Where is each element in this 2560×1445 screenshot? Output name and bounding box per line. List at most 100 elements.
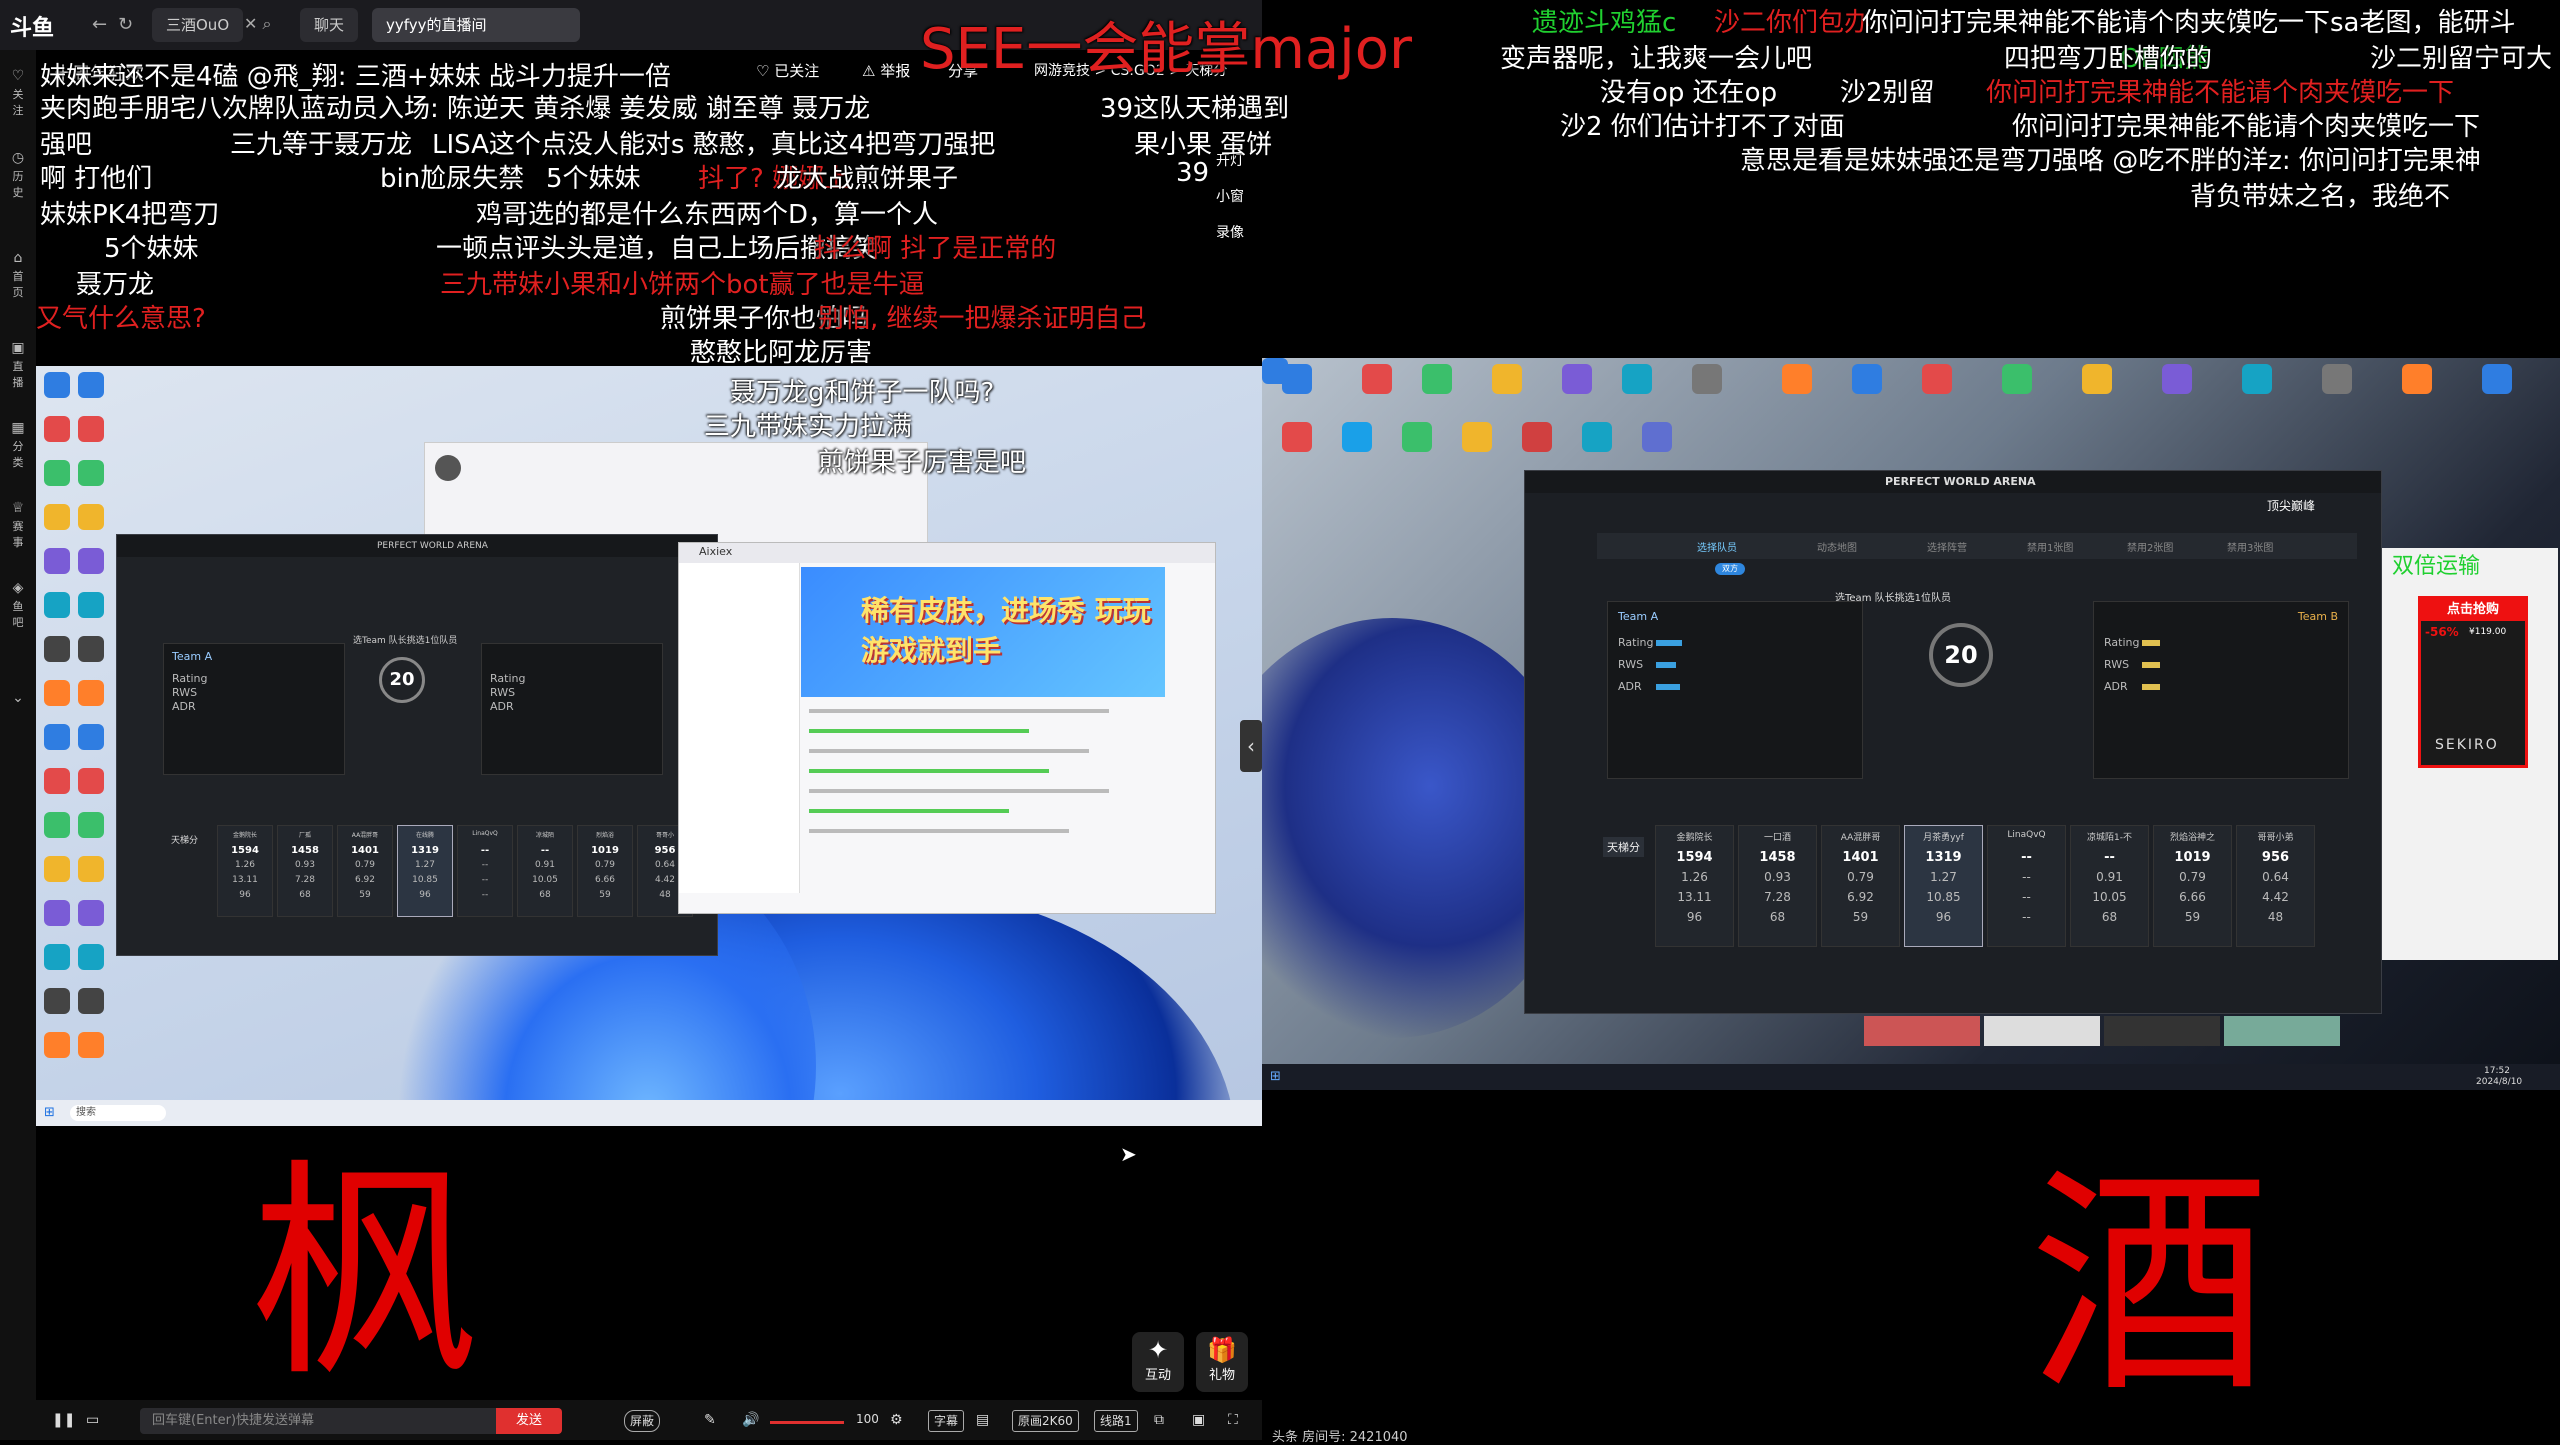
desktop-app-icon[interactable]	[44, 988, 70, 1014]
report-button[interactable]: ⚠ 举报	[862, 60, 910, 81]
desktop-app-icon[interactable]	[44, 944, 70, 970]
player-card[interactable]: LinaQvQ -- -- -- --	[1987, 825, 2066, 947]
fish-icon[interactable]: ◈	[8, 580, 28, 596]
web-fullscreen-icon[interactable]: ⧉	[1154, 1412, 1164, 1428]
danmaku-input[interactable]: 回车键(Enter)快捷发送弹幕	[140, 1408, 504, 1434]
send-button[interactable]: 发送	[496, 1408, 562, 1434]
tab-ban3[interactable]: 禁用3张图	[2227, 539, 2273, 554]
desktop-app-icon[interactable]	[78, 372, 104, 398]
desktop-app-icon[interactable]	[1522, 422, 1552, 452]
tab-side[interactable]: 选择阵营	[1927, 539, 1967, 554]
thumbnail-strip[interactable]	[1864, 1016, 2374, 1046]
edit-icon[interactable]: ✎	[704, 1412, 716, 1428]
player-card[interactable]: 金鹅院长 1594 1.26 13.11 96	[1655, 825, 1734, 947]
desktop-app-icon[interactable]	[78, 988, 104, 1014]
arena-window-right[interactable]: PERFECT WORLD ARENA 顶尖巅峰 选择队员 动态地图 选择阵营 …	[1524, 470, 2382, 1014]
tab-ban2[interactable]: 禁用2张图	[2127, 539, 2173, 554]
sekiro-ad[interactable]: 点击抢购 -56% ¥119.00 SEKIRO	[2418, 596, 2528, 768]
desktop-app-icon[interactable]	[1922, 364, 1952, 394]
taskbar-search[interactable]: 搜索	[70, 1105, 166, 1121]
desktop-app-icon[interactable]	[44, 416, 70, 442]
desktop-app-icon[interactable]	[44, 812, 70, 838]
live-icon[interactable]: ▣	[8, 340, 28, 356]
desktop-app-icon[interactable]	[1782, 364, 1812, 394]
desktop-app-icon[interactable]	[44, 504, 70, 530]
desktop-app-icon[interactable]	[2162, 364, 2192, 394]
sidebar-item-home[interactable]: 首页	[8, 268, 28, 300]
pause-icon[interactable]: ❚❚	[52, 1412, 75, 1428]
desktop-app-icon[interactable]	[44, 460, 70, 486]
player-card[interactable]: 在线腾 1319 1.27 10.85 96	[397, 825, 453, 917]
desktop-app-icon[interactable]	[2482, 364, 2512, 394]
player-card[interactable]: 凉城陌1-不 -- 0.91 10.05 68	[2070, 825, 2149, 947]
friend-list[interactable]	[679, 563, 800, 893]
follow-button[interactable]: ♡ 已关注	[756, 60, 819, 81]
heart-icon[interactable]: ♡	[8, 68, 28, 84]
desktop-app-icon[interactable]	[78, 504, 104, 530]
clock-icon[interactable]: ◷	[8, 150, 28, 166]
gift-button[interactable]: 🎁 礼物	[1196, 1332, 1248, 1392]
player-card[interactable]: 一口酒 1458 0.93 7.28 68	[1738, 825, 1817, 947]
player-card[interactable]: 月茶勇yyf 1319 1.27 10.85 96	[1904, 825, 1983, 947]
pip-icon[interactable]: ▣	[1192, 1412, 1205, 1428]
user-label[interactable]: 顶尖巅峰	[2267, 497, 2315, 514]
tab-chat[interactable]: 聊天	[300, 8, 359, 42]
volume-slider[interactable]	[770, 1421, 844, 1424]
sidebar-item-history[interactable]: 历史	[8, 168, 28, 200]
desktop-app-icon[interactable]	[1422, 364, 1452, 394]
fullscreen-icon[interactable]: ⛶	[1228, 1412, 1238, 1428]
clip-icon[interactable]: ▤	[976, 1412, 989, 1428]
player-card[interactable]: 烈焰浴神之 1019 0.79 6.66 59	[2153, 825, 2232, 947]
trophy-icon[interactable]: ♕	[8, 500, 28, 516]
chat-window[interactable]: Aixiex 稀有皮肤，进场秀 玩玩游戏就到手	[678, 542, 1216, 914]
desktop-app-icon[interactable]	[44, 548, 70, 574]
shield-toggle[interactable]: 屏蔽	[624, 1410, 661, 1432]
desktop-app-icon[interactable]	[1492, 364, 1522, 394]
desktop-app-icon[interactable]	[78, 768, 104, 794]
desktop-app-icon[interactable]	[78, 460, 104, 486]
desktop-app-icon[interactable]	[44, 768, 70, 794]
desktop-app-icon[interactable]	[1362, 364, 1392, 394]
desktop-app-icon[interactable]	[78, 812, 104, 838]
player-card[interactable]: AA混胖哥 1401 0.79 6.92 59	[337, 825, 393, 917]
sidebar-item-live[interactable]: 直播	[8, 358, 28, 390]
desktop-app-icon[interactable]	[44, 592, 70, 618]
chevron-down-icon[interactable]: ⌄	[8, 690, 28, 706]
desktop-app-icon[interactable]	[1582, 422, 1612, 452]
sidebar-item-yuba[interactable]: 鱼吧	[8, 598, 28, 630]
desktop-app-icon[interactable]	[78, 944, 104, 970]
desktop-app-icon[interactable]	[1282, 364, 1312, 394]
tab-yyfyy-room[interactable]: yyfyy的直播间	[372, 8, 580, 42]
desktop-app-icon[interactable]	[44, 856, 70, 882]
player-card[interactable]: 凉城陌 -- 0.91 10.05 68	[517, 825, 573, 917]
douyu-logo[interactable]: 斗鱼	[10, 10, 54, 42]
sidebar-item-follow[interactable]: 关注	[8, 86, 28, 118]
collapse-right-icon[interactable]: ‹	[1240, 720, 1262, 772]
interact-button[interactable]: ✦ 互动	[1132, 1332, 1184, 1392]
desktop-app-icon[interactable]	[1692, 364, 1722, 394]
desktop-app-icon[interactable]	[1402, 422, 1432, 452]
desktop-app-icon[interactable]	[78, 680, 104, 706]
desktop-app-icon[interactable]	[78, 636, 104, 662]
back-icon[interactable]: ←	[92, 14, 107, 35]
start-icon[interactable]: ⊞	[44, 1105, 55, 1120]
subtitle-button[interactable]: 字幕	[928, 1410, 965, 1432]
desktop-app-icon[interactable]	[44, 724, 70, 750]
player-card[interactable]: 金鹅院长 1594 1.26 13.11 96	[217, 825, 273, 917]
ad-banner[interactable]: 稀有皮肤，进场秀 玩玩游戏就到手	[801, 567, 1165, 697]
volume-icon[interactable]: 🔊	[742, 1412, 759, 1428]
desktop-app-icon[interactable]	[78, 1032, 104, 1058]
arena-window[interactable]: PERFECT WORLD ARENA 选Team 队长挑选1位队员 20 Te…	[116, 534, 718, 956]
ad-buy-button[interactable]: 点击抢购	[2421, 599, 2525, 621]
start-icon-right[interactable]: ⊞	[1270, 1069, 1281, 1084]
player-card[interactable]: 烈焰浴 1019 0.79 6.66 59	[577, 825, 633, 917]
desktop-app-icon[interactable]	[44, 636, 70, 662]
desktop-app-icon[interactable]	[78, 592, 104, 618]
desktop-app-icon[interactable]	[1562, 364, 1592, 394]
tab-pick[interactable]: 选择队员	[1697, 539, 1737, 554]
close-tab-icon[interactable]: ✕ ⌕	[244, 14, 271, 34]
desktop-app-icon[interactable]	[2082, 364, 2112, 394]
tab-ban1[interactable]: 禁用1张图	[2027, 539, 2073, 554]
player-card[interactable]: 厂孤 1458 0.93 7.28 68	[277, 825, 333, 917]
line-button[interactable]: 线路1	[1094, 1410, 1138, 1432]
